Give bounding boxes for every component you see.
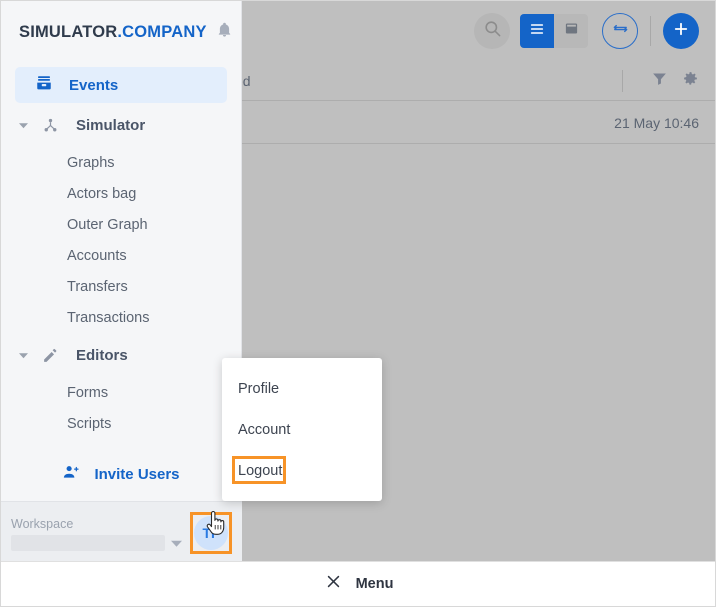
sidebar-item-transfers[interactable]: Transfers bbox=[1, 271, 241, 302]
workspace-select[interactable] bbox=[11, 535, 190, 551]
close-icon[interactable] bbox=[325, 573, 342, 595]
brand-title-primary: SIMULATOR bbox=[19, 22, 118, 41]
row-timestamp: 21 May 10:46 bbox=[614, 114, 699, 131]
caret-down-icon[interactable] bbox=[17, 351, 29, 360]
sidebar-item-graphs[interactable]: Graphs bbox=[1, 147, 241, 178]
bottom-menu-label: Menu bbox=[355, 576, 394, 592]
bottom-menu-bar[interactable]: Menu bbox=[1, 561, 715, 606]
menu-item-logout[interactable]: Logout bbox=[222, 450, 382, 491]
table-row[interactable]: 21 May 10:46 bbox=[235, 102, 715, 144]
sidebar-group-label: Simulator bbox=[76, 116, 146, 134]
sidebar: SIMULATOR.COMPANY Events Simulator Graph… bbox=[1, 1, 242, 564]
bell-icon bbox=[216, 21, 233, 43]
view-mode-toggle[interactable] bbox=[520, 14, 588, 48]
add-button[interactable] bbox=[663, 13, 699, 49]
filter-icon bbox=[651, 70, 668, 92]
card-view-button[interactable] bbox=[554, 14, 588, 48]
account-dropdown-menu: Profile Account Logout bbox=[222, 358, 382, 501]
hierarchy-icon bbox=[40, 117, 60, 134]
sidebar-item-actors-bag[interactable]: Actors bag bbox=[1, 178, 241, 209]
sidebar-nav: Events Simulator Graphs Actors bag Outer… bbox=[1, 63, 241, 495]
inbox-icon bbox=[35, 74, 53, 97]
swap-button[interactable] bbox=[602, 13, 638, 49]
workspace-label: Workspace bbox=[11, 517, 74, 531]
notifications-button[interactable] bbox=[216, 21, 233, 43]
filter-button[interactable] bbox=[651, 70, 668, 92]
card-view-icon bbox=[564, 21, 579, 41]
caret-down-icon[interactable] bbox=[171, 538, 182, 549]
search-button[interactable] bbox=[474, 13, 510, 49]
plus-icon bbox=[672, 20, 690, 43]
workspace-selector[interactable]: Workspace bbox=[11, 515, 190, 551]
toolbar-divider bbox=[650, 16, 651, 46]
search-icon bbox=[483, 19, 502, 43]
list-header-divider bbox=[622, 69, 623, 92]
list-view-icon bbox=[529, 21, 545, 42]
sidebar-item-transactions[interactable]: Transactions bbox=[1, 302, 241, 333]
sidebar-group-label: Editors bbox=[76, 346, 128, 364]
list-view-button[interactable] bbox=[520, 14, 554, 48]
sidebar-item-outer-graph[interactable]: Outer Graph bbox=[1, 209, 241, 240]
brand-title: SIMULATOR.COMPANY bbox=[19, 23, 207, 42]
settings-button[interactable] bbox=[682, 70, 699, 92]
sidebar-item-scripts[interactable]: Scripts bbox=[1, 408, 241, 439]
sidebar-item-forms[interactable]: Forms bbox=[1, 377, 241, 408]
swap-horizontal-icon bbox=[612, 20, 629, 42]
person-add-icon bbox=[62, 463, 80, 486]
gear-icon bbox=[682, 70, 699, 92]
mouse-cursor bbox=[205, 510, 227, 537]
invite-users-button[interactable]: Invite Users bbox=[1, 453, 241, 495]
sidebar-group-editors[interactable]: Editors bbox=[1, 333, 241, 377]
sidebar-item-label: Events bbox=[69, 76, 119, 94]
brand[interactable]: SIMULATOR.COMPANY bbox=[1, 1, 241, 63]
sidebar-group-simulator[interactable]: Simulator bbox=[1, 103, 241, 147]
caret-down-icon[interactable] bbox=[17, 121, 29, 130]
invite-users-label: Invite Users bbox=[94, 465, 180, 483]
workspace-value[interactable] bbox=[11, 535, 165, 551]
sidebar-item-events[interactable]: Events bbox=[15, 67, 227, 103]
pencil-icon bbox=[40, 347, 60, 364]
sidebar-item-accounts[interactable]: Accounts bbox=[1, 240, 241, 271]
app-window: ed 21 May 10:46 SIMULATOR.COMPANY Events… bbox=[0, 0, 716, 607]
menu-item-profile[interactable]: Profile bbox=[222, 368, 382, 409]
menu-item-account[interactable]: Account bbox=[222, 409, 382, 450]
brand-title-secondary: .COMPANY bbox=[117, 22, 207, 41]
list-header-actions bbox=[622, 69, 699, 92]
